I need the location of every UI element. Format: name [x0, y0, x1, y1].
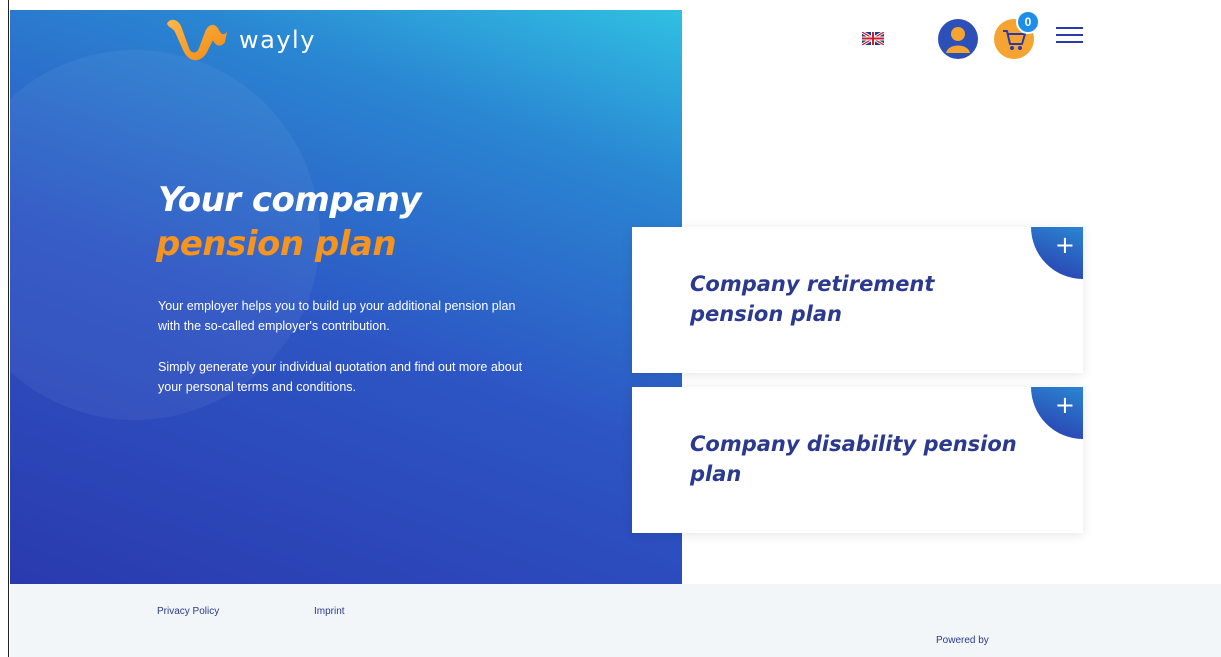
brand-logo[interactable]: wayly: [163, 14, 316, 66]
user-silhouette-icon: [946, 27, 970, 53]
plus-icon[interactable]: +: [1055, 392, 1075, 418]
wayly-logo-icon: [167, 19, 227, 61]
hero-call-to-action-text: Simply generate your individual quotatio…: [158, 360, 523, 394]
card-title: Company disability pension plan: [690, 432, 1017, 486]
card-company-retirement-pension[interactable]: + Company retirement pension plan: [632, 227, 1083, 373]
hero-title-highlight: pension plan: [156, 224, 397, 264]
plus-icon[interactable]: +: [1055, 232, 1075, 258]
imprint-link[interactable]: Imprint: [314, 606, 345, 617]
powered-by-text: Powered by: [936, 635, 989, 646]
brand-name: wayly: [239, 26, 316, 54]
uk-flag-icon[interactable]: [862, 32, 884, 45]
hero-description: Your employer helps you to build up your…: [158, 299, 516, 333]
cart-count-badge: 0: [1016, 10, 1040, 34]
card-corner: +: [1031, 227, 1083, 279]
footer: Privacy Policy Imprint Powered by: [10, 584, 1221, 657]
card-corner: +: [1031, 387, 1083, 439]
hero-title: Your company: [158, 180, 422, 220]
card-company-disability-pension[interactable]: + Company disability pension plan: [632, 387, 1083, 533]
hero-section: wayly Your company pension plan Your emp…: [10, 10, 682, 584]
window-edge: [0, 0, 9, 657]
hamburger-menu-icon[interactable]: [1056, 27, 1083, 45]
privacy-policy-link[interactable]: Privacy Policy: [157, 606, 219, 617]
user-avatar-icon[interactable]: [938, 19, 978, 59]
card-title: Company retirement pension plan: [690, 272, 935, 326]
